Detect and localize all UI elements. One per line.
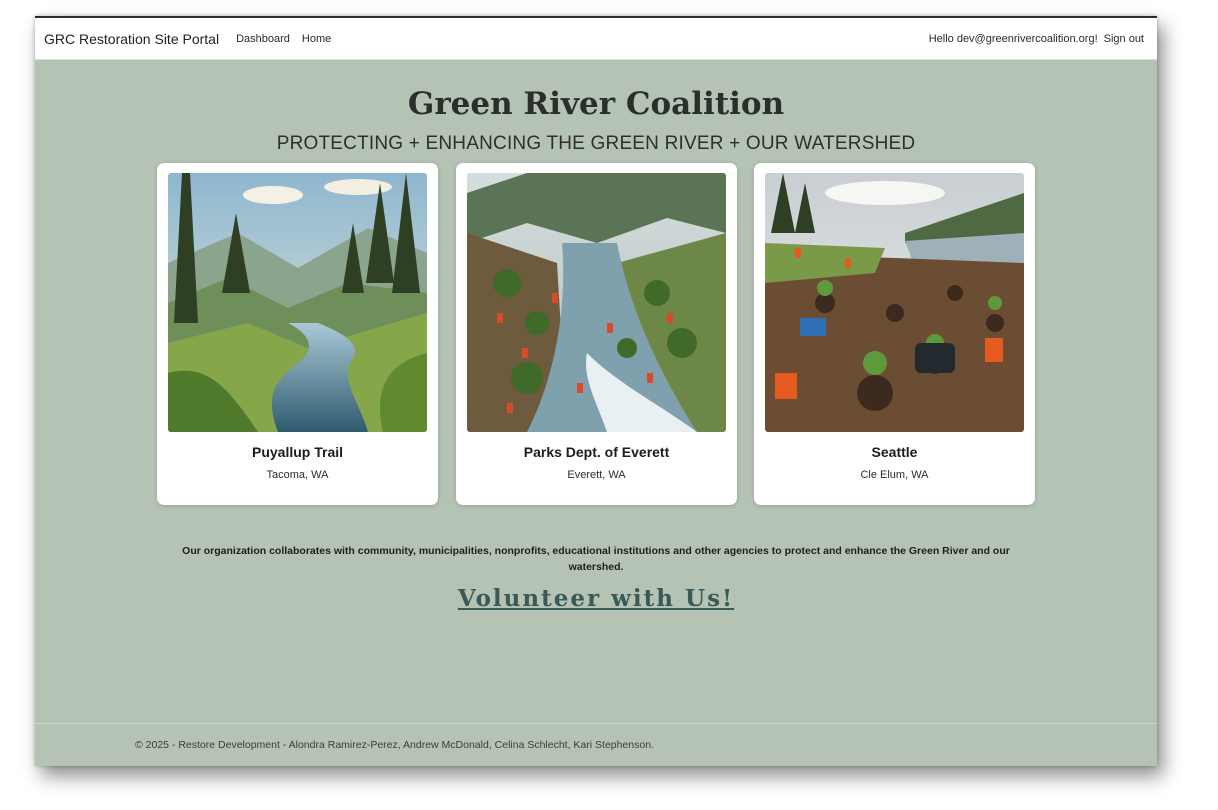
navbar: GRC Restoration Site Portal Dashboard Ho…: [35, 18, 1157, 60]
site-card-parks-dept-everett[interactable]: Parks Dept. of Everett Everett, WA: [456, 163, 737, 505]
site-location: Cle Elum, WA: [860, 469, 929, 481]
browser-window: GRC Restoration Site Portal Dashboard Ho…: [35, 16, 1157, 766]
footer-credits: © 2025 - Restore Development - Alondra R…: [135, 739, 654, 751]
site-location: Tacoma, WA: [266, 469, 329, 481]
site-card-puyallup-trail[interactable]: Puyallup Trail Tacoma, WA: [157, 163, 438, 505]
brand-link[interactable]: GRC Restoration Site Portal: [44, 31, 219, 47]
page-subtitle: PROTECTING + ENHANCING THE GREEN RIVER +…: [276, 133, 916, 154]
site-name: Parks Dept. of Everett: [523, 444, 670, 460]
nav-link-home[interactable]: Home: [302, 33, 331, 45]
site-name: Puyallup Trail: [251, 444, 344, 460]
site-name: Seattle: [871, 444, 918, 460]
site-location: Everett, WA: [567, 469, 626, 481]
footer: © 2025 - Restore Development - Alondra R…: [35, 723, 1157, 766]
volunteer-link[interactable]: Volunteer with Us!: [458, 585, 734, 612]
site-card-seattle[interactable]: Seattle Cle Elum, WA: [754, 163, 1035, 505]
site-image-forest-river: [168, 173, 427, 432]
site-image-planting-volunteers: [765, 173, 1024, 432]
user-greeting-link[interactable]: Hello dev@greenrivercoalition.org!: [929, 33, 1098, 45]
site-image-stream-volunteers: [467, 173, 726, 432]
nav-link-dashboard[interactable]: Dashboard: [236, 33, 290, 45]
sign-out-button[interactable]: Sign out: [1104, 33, 1144, 45]
page-title: Green River Coalition: [407, 86, 785, 122]
mission-statement: Our organization collaborates with commu…: [182, 545, 1010, 573]
volunteer-cta: Volunteer with Us!: [35, 585, 1157, 612]
